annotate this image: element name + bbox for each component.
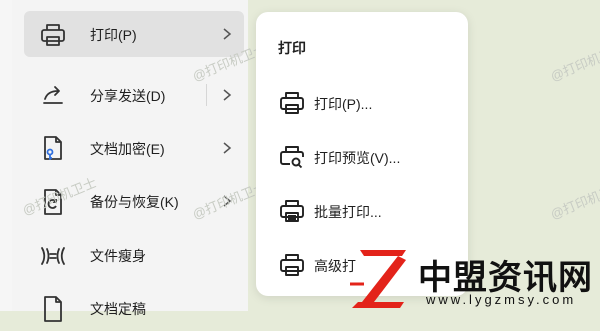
menu-item-label: 文档定稿 [90,301,146,317]
menu-item-label: 打印(P) [90,27,137,43]
menu-item-slim[interactable]: 文件瘦身 [24,232,244,278]
menu-item-label: 备份与恢复(K) [90,194,179,210]
menu-item-print[interactable]: 打印(P) [24,11,244,57]
chevron-right-icon [223,28,232,40]
site-brand-watermark: 中盟资讯网 www.lygzmsy.com [346,244,600,311]
brand-logo [350,250,406,308]
compress-icon [41,247,65,265]
printer-icon [41,24,65,46]
printer-icon [280,92,304,114]
submenu-item-label: 批量打印... [314,204,382,220]
divider [206,84,207,106]
chevron-right-icon [223,142,232,154]
submenu-item-batch-print[interactable]: 批量打印... [270,190,454,230]
app-edge [0,0,12,311]
submenu-item-label: 打印预览(V)... [314,150,401,166]
watermark: @打印机卫士 [548,40,600,85]
chevron-right-icon[interactable] [220,87,234,103]
menu-item-label: 分享发送(D) [90,88,166,104]
watermark: @打印机卫士 [548,178,600,223]
share-icon [43,86,63,104]
batch-print-icon [280,200,304,222]
document-key-icon [44,136,62,160]
menu-item-label: 文档加密(E) [90,141,165,157]
menu-item-label: 文件瘦身 [90,248,146,264]
menu-item-finalize[interactable]: 文档定稿 [24,285,244,331]
advanced-print-icon [280,254,304,276]
submenu-item-label: 打印(P)... [314,96,373,112]
submenu-title: 打印 [278,40,306,56]
file-menu: 打印(P) 分享发送(D) 文档加密(E) 备份与恢复(K) 文件瘦身 文档定稿 [12,0,248,322]
submenu-item-print[interactable]: 打印(P)... [270,82,454,122]
document-final-icon [44,296,62,322]
submenu-item-print-preview[interactable]: 打印预览(V)... [270,136,454,176]
print-preview-icon [280,146,304,169]
brand-url: www.lygzmsy.com [426,292,577,307]
menu-item-encrypt[interactable]: 文档加密(E) [24,125,244,171]
